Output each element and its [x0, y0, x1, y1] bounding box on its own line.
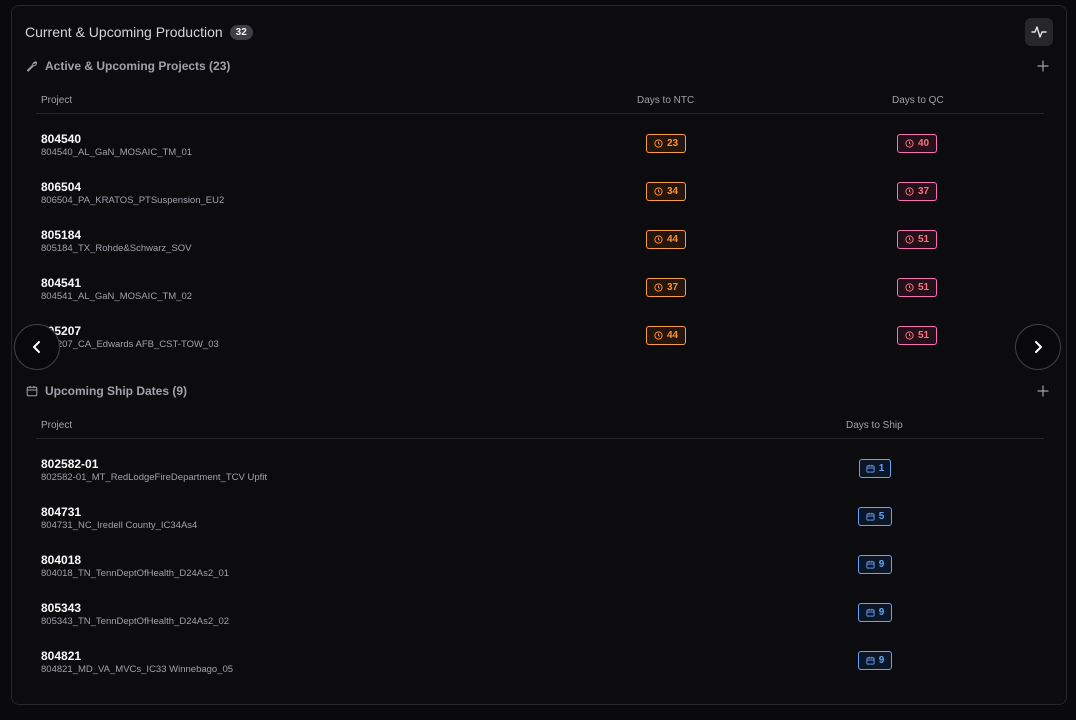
- days-to-qc-badge: 51: [897, 326, 937, 345]
- active-projects-header: Active & Upcoming Projects (23): [26, 59, 230, 73]
- clock-icon: [654, 235, 663, 244]
- production-panel: Current & Upcoming Production 32 Active …: [11, 5, 1067, 705]
- ship-dates-header: Upcoming Ship Dates (9): [26, 384, 187, 398]
- days-to-qc-value: 40: [917, 138, 930, 149]
- days-to-ntc-value: 34: [666, 186, 679, 197]
- activity-icon: [1031, 26, 1047, 38]
- days-to-qc-value: 51: [917, 330, 930, 341]
- calendar-icon: [866, 512, 875, 521]
- clock-icon: [654, 187, 663, 196]
- days-to-ntc-badge: 23: [646, 134, 686, 153]
- panel-header: Current & Upcoming Production 32: [25, 24, 253, 40]
- chevron-left-icon: [33, 341, 40, 353]
- clock-icon: [905, 283, 914, 292]
- count-badge: 32: [229, 24, 253, 40]
- column-header-days-to-ship: Days to Ship: [846, 420, 903, 431]
- clock-icon: [905, 331, 914, 340]
- project-name: 802582-01_MT_RedLodgeFireDepartment_TCV …: [41, 472, 268, 483]
- previous-slide-button[interactable]: [14, 324, 60, 370]
- chevron-right-icon: [1035, 341, 1042, 353]
- active-projects-title: Active & Upcoming Projects (23): [45, 59, 231, 73]
- calendar-icon: [866, 656, 875, 665]
- project-id: 802582-01: [41, 457, 99, 471]
- days-to-ship-value: 5: [878, 511, 885, 522]
- days-to-ntc-badge: 44: [646, 326, 686, 345]
- column-header-days-to-ntc: Days to NTC: [637, 95, 695, 106]
- days-to-ship-badge: 5: [858, 507, 892, 526]
- add-ship-date-plus-icon[interactable]: [1036, 384, 1050, 398]
- table-row[interactable]: 805343 805343_TN_TennDeptOfHealth_D24As2…: [41, 601, 1041, 641]
- table-row[interactable]: 806504 806504_PA_KRATOS_PTSuspension_EU2…: [41, 180, 1041, 220]
- project-name: 804541_AL_GaN_MOSAIC_TM_02: [41, 291, 193, 302]
- days-to-qc-badge: 37: [897, 182, 937, 201]
- calendar-icon: [866, 608, 875, 617]
- days-to-ntc-badge: 37: [646, 278, 686, 297]
- column-header-project: Project: [41, 95, 73, 106]
- table-row[interactable]: 802582-01 802582-01_MT_RedLodgeFireDepar…: [41, 457, 1041, 497]
- table-row[interactable]: 804731 804731_NC_Iredell County_IC34As4 …: [41, 505, 1041, 545]
- days-to-ntc-badge: 44: [646, 230, 686, 249]
- days-to-ship-badge: 9: [858, 651, 892, 670]
- days-to-ntc-value: 23: [666, 138, 679, 149]
- table-row[interactable]: 804540 804540_AL_GaN_MOSAIC_TM_01 23 40: [41, 132, 1041, 172]
- days-to-ship-badge: 1: [859, 459, 891, 478]
- project-id: 805207: [41, 324, 82, 338]
- days-to-ntc-value: 44: [666, 234, 679, 245]
- clock-icon: [654, 331, 663, 340]
- next-slide-button[interactable]: [1015, 324, 1061, 370]
- ship-dates-title: Upcoming Ship Dates (9): [45, 384, 188, 398]
- clock-icon: [905, 235, 914, 244]
- project-name: 805184_TX_Rohde&Schwarz_SOV: [41, 243, 192, 254]
- clock-icon: [654, 139, 663, 148]
- table-row[interactable]: 804018 804018_TN_TennDeptOfHealth_D24As2…: [41, 553, 1041, 593]
- days-to-qc-badge: 51: [897, 230, 937, 249]
- column-header-days-to-qc: Days to QC: [892, 95, 944, 106]
- calendar-icon: [866, 560, 875, 569]
- days-to-qc-value: 51: [917, 234, 930, 245]
- days-to-qc-value: 37: [917, 186, 930, 197]
- days-to-ntc-value: 37: [666, 282, 679, 293]
- days-to-ship-value: 9: [878, 559, 885, 570]
- project-id: 806504: [41, 180, 82, 194]
- wrench-icon: [26, 61, 37, 72]
- panel-title: Current & Upcoming Production: [25, 24, 223, 40]
- days-to-ship-value: 9: [878, 607, 885, 618]
- days-to-qc-badge: 40: [897, 134, 937, 153]
- project-id: 805184: [41, 228, 82, 242]
- clock-icon: [905, 187, 914, 196]
- table-row[interactable]: 805184 805184_TX_Rohde&Schwarz_SOV 44 51: [41, 228, 1041, 268]
- column-header-project: Project: [41, 420, 73, 431]
- days-to-ntc-value: 44: [666, 330, 679, 341]
- table-row[interactable]: 804541 804541_AL_GaN_MOSAIC_TM_02 37 51: [41, 276, 1041, 316]
- project-name: 804540_AL_GaN_MOSAIC_TM_01: [41, 147, 193, 158]
- table-row[interactable]: 804821 804821_MD_VA_MVCs_IC33 Winnebago_…: [41, 649, 1041, 689]
- clock-icon: [905, 139, 914, 148]
- days-to-ship-badge: 9: [858, 555, 892, 574]
- days-to-qc-badge: 51: [897, 278, 937, 297]
- activity-button[interactable]: [1025, 18, 1053, 46]
- days-to-ship-value: 9: [878, 655, 885, 666]
- project-name: 805207_CA_Edwards AFB_CST-TOW_03: [41, 339, 219, 350]
- clock-icon: [654, 283, 663, 292]
- project-id: 804541: [41, 276, 82, 290]
- days-to-qc-value: 51: [917, 282, 930, 293]
- days-to-ntc-badge: 34: [646, 182, 686, 201]
- calendar-icon: [26, 386, 38, 397]
- project-id: 804540: [41, 132, 82, 146]
- days-to-ship-value: 1: [878, 463, 885, 474]
- table-divider: [36, 113, 1044, 114]
- table-row[interactable]: 805207 805207_CA_Edwards AFB_CST-TOW_03 …: [41, 324, 1041, 364]
- calendar-icon: [866, 464, 875, 473]
- project-name: 806504_PA_KRATOS_PTSuspension_EU2: [41, 195, 225, 206]
- days-to-ship-badge: 9: [858, 603, 892, 622]
- table-divider: [36, 438, 1044, 439]
- add-project-plus-icon[interactable]: [1036, 59, 1050, 73]
